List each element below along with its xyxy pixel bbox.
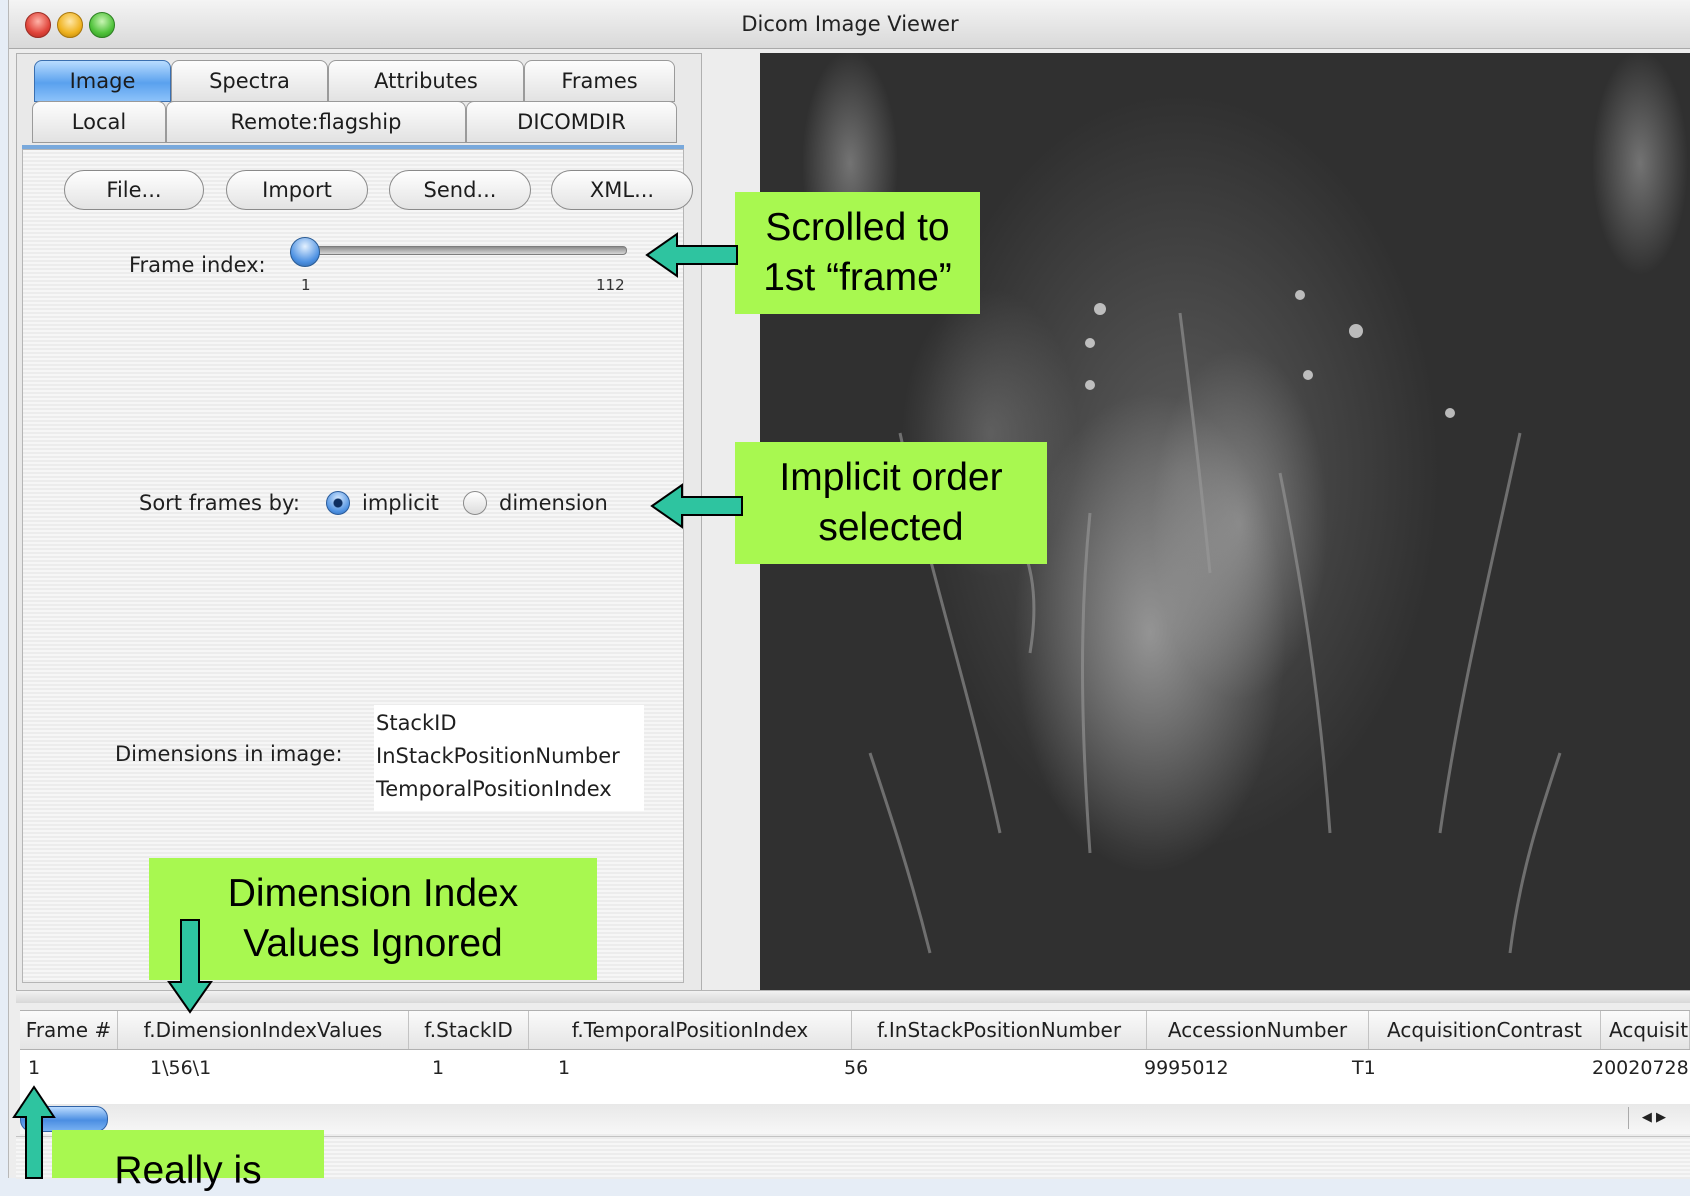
column-header[interactable]: f.InStackPositionNumber [852, 1011, 1147, 1049]
callout-dimension-values-ignored: Dimension Index Values Ignored [149, 858, 597, 980]
dimensions-list: StackID InStackPositionNumber TemporalPo… [374, 705, 644, 811]
left-arrow-icon [645, 232, 738, 278]
callout-line: Implicit order [779, 456, 1003, 499]
table-cell: 1 [558, 1057, 571, 1079]
tab-dicomdir[interactable]: DICOMDIR [466, 101, 677, 143]
frame-index-label: Frame index: [129, 253, 266, 277]
table-cell: 1 [28, 1057, 41, 1079]
radio-dimension[interactable] [463, 491, 487, 515]
table-cell: T1 [1352, 1057, 1376, 1079]
send-button[interactable]: Send... [389, 170, 531, 210]
up-arrow-icon [12, 1085, 56, 1179]
column-header[interactable]: f.TemporalPositionIndex [529, 1011, 852, 1049]
callout-line: Scrolled to [765, 206, 950, 249]
window-title: Dicom Image Viewer [741, 12, 959, 36]
callout-line: Dimension Index [227, 872, 519, 915]
tab-frames[interactable]: Frames [524, 60, 675, 102]
column-header[interactable]: AcquisitionContrast [1369, 1011, 1601, 1049]
dimension-item: StackID [376, 711, 457, 735]
callout-scrolled-to-first-frame: Scrolled to 1st “frame” [735, 192, 980, 314]
column-header[interactable]: Frame # [20, 1011, 118, 1049]
column-header[interactable]: Acquisit [1601, 1011, 1690, 1049]
radio-implicit[interactable] [326, 491, 350, 515]
table-cell: 20020728 [1592, 1057, 1689, 1079]
tab-image[interactable]: Image [34, 60, 171, 102]
tab-local[interactable]: Local [32, 101, 166, 143]
callout-line: 1st “frame” [763, 256, 952, 299]
callout-implicit-order: Implicit order selected [735, 442, 1047, 564]
radio-implicit-label[interactable]: implicit [362, 491, 439, 515]
column-header[interactable]: f.StackID [409, 1011, 529, 1049]
column-header[interactable]: f.DimensionIndexValues [118, 1011, 409, 1049]
tab-attributes[interactable]: Attributes [328, 60, 524, 102]
table-cell: 9995012 [1144, 1057, 1229, 1079]
table-header: Frame # f.DimensionIndexValues f.StackID… [20, 1011, 1690, 1050]
dimension-item: InStackPositionNumber [376, 744, 620, 768]
table-cell: 1\56\1 [150, 1057, 212, 1079]
column-header[interactable]: AccessionNumber [1147, 1011, 1369, 1049]
callout-really-is: Really is [52, 1130, 324, 1192]
tab-remote-flagship[interactable]: Remote:flagship [166, 101, 466, 143]
slider-min-label: 1 [301, 276, 311, 294]
attributes-table: Frame # f.DimensionIndexValues f.StackID… [20, 1010, 1690, 1105]
slider-max-label: 112 [596, 276, 625, 294]
dimension-item: TemporalPositionIndex [376, 777, 612, 801]
frame-slider-thumb[interactable] [290, 237, 320, 267]
title-bar: Dicom Image Viewer [9, 0, 1690, 49]
frame-index-slider[interactable] [300, 246, 627, 255]
split-pane-divider[interactable] [16, 990, 1690, 1003]
tab-spectra[interactable]: Spectra [171, 60, 328, 102]
table-cell: 1 [432, 1057, 445, 1079]
dimensions-label: Dimensions in image: [115, 742, 343, 766]
sort-frames-label: Sort frames by: [139, 491, 300, 515]
xml-button[interactable]: XML... [551, 170, 693, 210]
scroll-arrows-icon[interactable]: ◀ ▶ [1628, 1107, 1679, 1129]
table-cell: 56 [844, 1057, 869, 1079]
callout-line: Really is [114, 1149, 262, 1192]
file-button[interactable]: File... [64, 170, 204, 210]
down-arrow-icon [167, 919, 213, 1014]
import-button[interactable]: Import [226, 170, 368, 210]
radio-dimension-label[interactable]: dimension [499, 491, 608, 515]
callout-line: selected [818, 506, 964, 549]
callout-line: Values Ignored [243, 922, 503, 965]
left-arrow-icon [650, 483, 743, 529]
